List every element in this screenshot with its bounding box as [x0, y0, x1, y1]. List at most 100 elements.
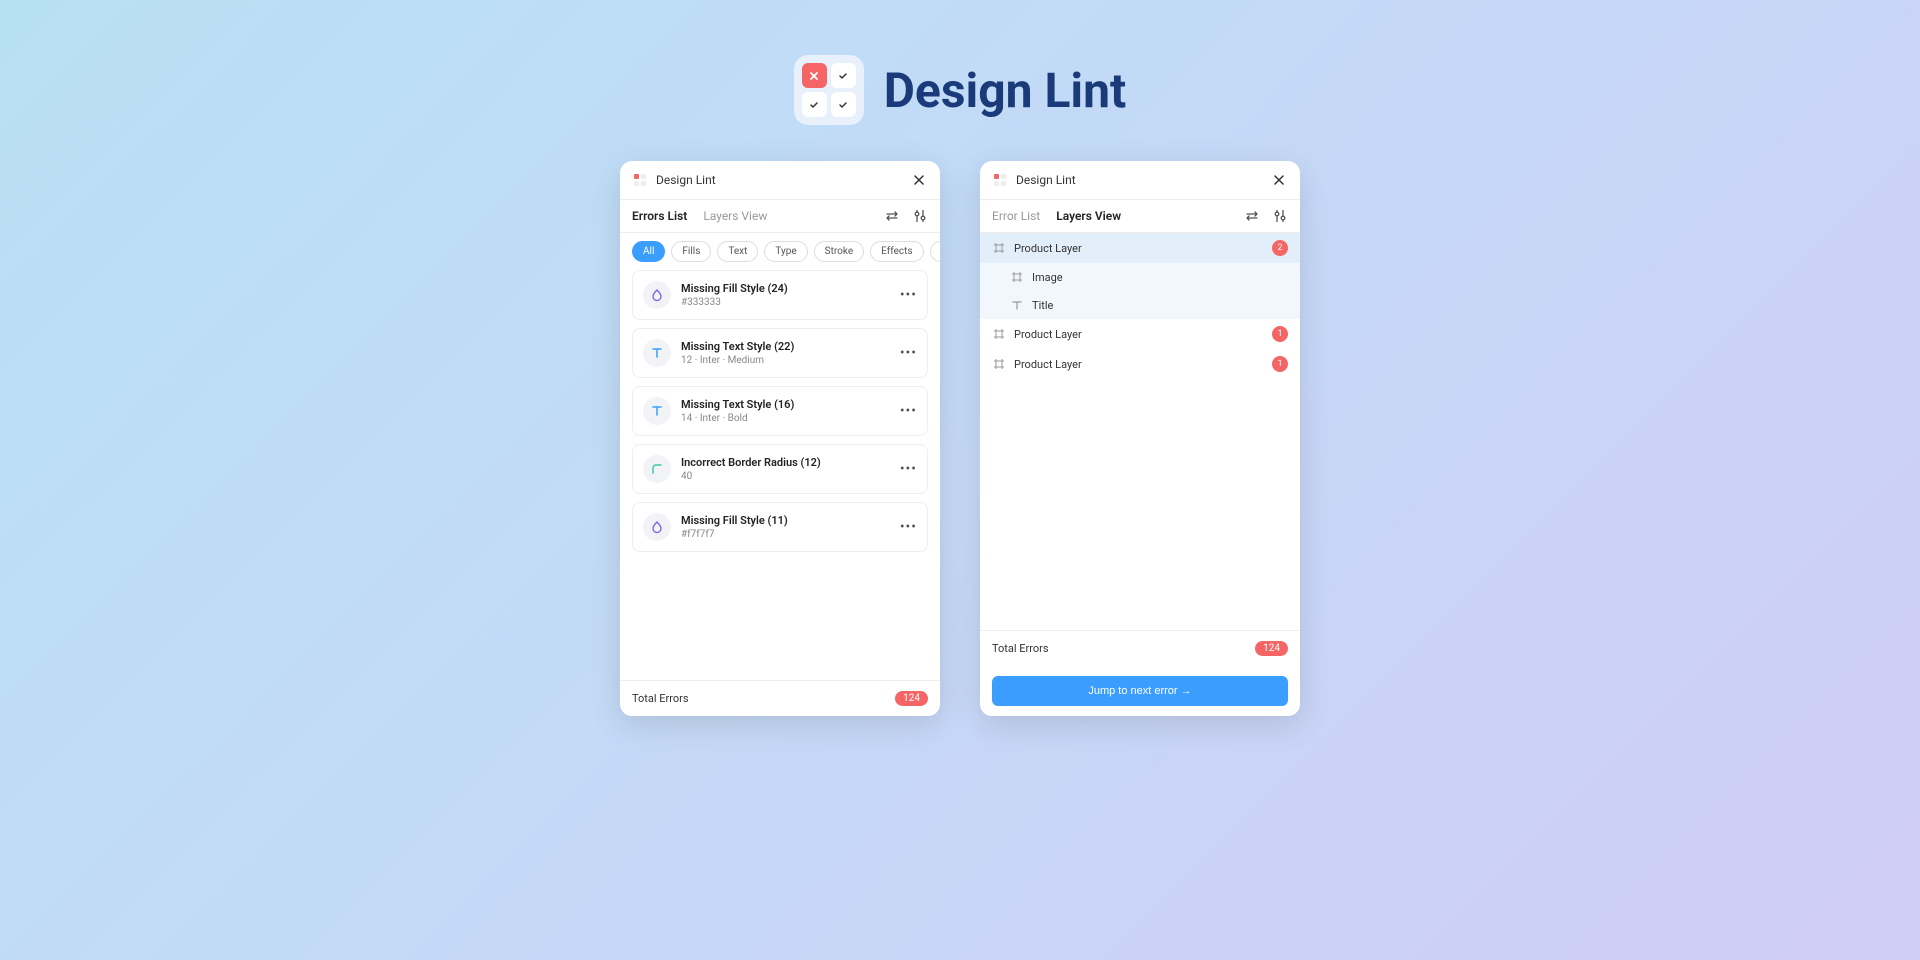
layer-error-badge: 2: [1272, 240, 1288, 256]
layer-name: Image: [1032, 271, 1288, 284]
error-content: Missing Fill Style (24)#333333: [681, 282, 890, 308]
refresh-button[interactable]: [1244, 208, 1260, 224]
frame-icon: [992, 357, 1006, 371]
layers-panel: Design Lint Error List Layers View Produ…: [980, 161, 1300, 716]
total-errors-count: 124: [895, 691, 928, 706]
refresh-icon: [1244, 208, 1260, 224]
footer-bar: Total Errors 124: [620, 680, 940, 716]
error-content: Missing Fill Style (11) #f7f7f7: [681, 514, 890, 540]
settings-icon: [1272, 208, 1288, 224]
jump-to-next-error-button[interactable]: Jump to next error →: [992, 676, 1288, 706]
jump-button-wrap: Jump to next error →: [980, 666, 1300, 716]
check-icon: [838, 100, 848, 110]
footer-bar: Total Errors 124: [980, 630, 1300, 666]
layer-row[interactable]: Product Layer1: [980, 319, 1300, 349]
filter-fills[interactable]: Fills: [671, 241, 711, 262]
close-button[interactable]: [910, 171, 928, 189]
error-list: Missing Fill Style (24)#333333•••Missing…: [620, 270, 940, 680]
total-errors-label: Total Errors: [632, 692, 895, 705]
error-card[interactable]: Missing Text Style (16) 14 · Inter · Bold…: [632, 386, 928, 436]
check-icon: [838, 71, 848, 81]
tabs-row: Error List Layers View: [980, 200, 1300, 233]
logo-tile-error: [802, 63, 827, 88]
fill-icon: [643, 281, 671, 309]
error-content: Missing Text Style (22) 12 · Inter · Medi…: [681, 340, 890, 366]
error-detail: 14 · Inter · Bold: [681, 413, 890, 424]
layer-row[interactable]: Image: [980, 263, 1300, 291]
plugin-icon: [632, 172, 648, 188]
filter-type[interactable]: Type: [764, 241, 807, 262]
error-title: Missing Fill Style (24): [681, 282, 890, 295]
layer-row[interactable]: Product Layer 2: [980, 233, 1300, 263]
tab-layers-view[interactable]: Layers View: [1056, 209, 1121, 223]
filter-all[interactable]: All: [632, 241, 665, 262]
error-detail: 12 · Inter · Medium: [681, 355, 890, 366]
layer-row[interactable]: Title: [980, 291, 1300, 319]
tab-errors-list[interactable]: Errors List: [632, 209, 687, 223]
error-title: Missing Text Style (16): [681, 398, 890, 411]
error-content: Incorrect Border Radius (12) 40: [681, 456, 890, 482]
error-card[interactable]: Missing Fill Style (24)#333333 •••: [632, 270, 928, 320]
text-icon: [643, 397, 671, 425]
close-icon: [1272, 173, 1286, 187]
filter-text[interactable]: Text: [717, 241, 758, 262]
total-errors-count: 124: [1255, 641, 1288, 656]
filter-row: All Fills Text Type Stroke Effects Sub P…: [620, 233, 940, 270]
layer-name: Product Layer: [1014, 358, 1264, 371]
panel-title: Design Lint: [1016, 173, 1262, 187]
error-detail: 40: [681, 471, 890, 482]
text-icon: [643, 339, 671, 367]
refresh-button[interactable]: [884, 208, 900, 224]
panel-header: Design Lint: [620, 161, 940, 200]
app-logo: [794, 55, 864, 125]
tab-layers-view[interactable]: Layers View: [703, 209, 767, 223]
settings-button[interactable]: [1272, 208, 1288, 224]
settings-icon: [912, 208, 928, 224]
logo-tile-check: [831, 92, 856, 117]
error-content: Missing Text Style (16) 14 · Inter · Bold: [681, 398, 890, 424]
errors-panel: Design Lint Errors List Layers View All …: [620, 161, 940, 716]
error-title: Missing Fill Style (11): [681, 514, 890, 527]
app-title: Design Lint: [884, 62, 1127, 119]
filter-stroke[interactable]: Stroke: [814, 241, 864, 262]
error-title: Missing Text Style (22): [681, 340, 890, 353]
filter-subpixel[interactable]: Sub Pi: [930, 241, 940, 262]
filter-effects[interactable]: Effects: [870, 241, 923, 262]
close-icon: [912, 173, 926, 187]
error-card[interactable]: Missing Text Style (22) 12 · Inter · Medi…: [632, 328, 928, 378]
panels-container: Design Lint Errors List Layers View All …: [0, 161, 1920, 716]
frame-icon: [992, 327, 1006, 341]
error-detail: #f7f7f7: [681, 529, 890, 540]
panel-header: Design Lint: [980, 161, 1300, 200]
error-menu-button[interactable]: •••: [900, 403, 917, 419]
layer-error-badge: 1: [1272, 356, 1288, 372]
x-icon: [809, 71, 819, 81]
layer-name: Title: [1032, 299, 1288, 312]
tab-error-list[interactable]: Error List: [992, 209, 1040, 223]
header: Design Lint: [0, 0, 1920, 125]
radius-icon: [643, 455, 671, 483]
text-icon: [1010, 298, 1024, 312]
error-card[interactable]: Incorrect Border Radius (12) 40 •••: [632, 444, 928, 494]
close-button[interactable]: [1270, 171, 1288, 189]
tabs-row: Errors List Layers View: [620, 200, 940, 233]
error-menu-button[interactable]: •••: [900, 287, 917, 303]
error-menu-button[interactable]: •••: [900, 345, 917, 361]
layer-name: Product Layer: [1014, 242, 1264, 255]
error-menu-button[interactable]: •••: [900, 519, 917, 535]
settings-button[interactable]: [912, 208, 928, 224]
panel-title: Design Lint: [656, 173, 902, 187]
tabs-actions: [1244, 208, 1288, 224]
layer-row[interactable]: Product Layer 1: [980, 349, 1300, 379]
frame-icon: [1010, 270, 1024, 284]
error-title: Incorrect Border Radius (12): [681, 456, 890, 469]
logo-tile-check: [831, 63, 856, 88]
layer-list: Product Layer 2 Image Title Product Layer 1 Pr…: [980, 233, 1300, 630]
layer-name: Product Layer: [1014, 328, 1264, 341]
check-icon: [809, 100, 819, 110]
tabs-actions: [884, 208, 928, 224]
error-menu-button[interactable]: •••: [900, 461, 917, 477]
fill-icon: [643, 513, 671, 541]
plugin-icon: [992, 172, 1008, 188]
error-card[interactable]: Missing Fill Style (11) #f7f7f7 •••: [632, 502, 928, 552]
